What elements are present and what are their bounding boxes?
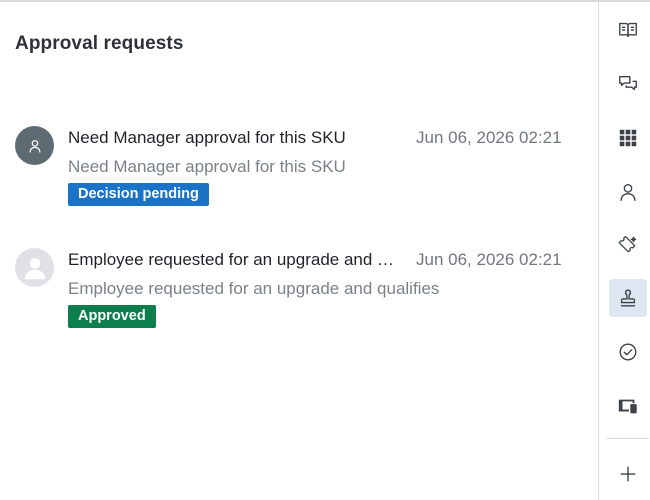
request-description: Need Manager approval for this SKU	[68, 157, 346, 176]
sidebar-divider	[607, 438, 649, 439]
request-timestamp: Jun 06, 2026 02:21	[416, 128, 562, 147]
sidebar-item-add[interactable]	[609, 455, 647, 493]
request-timestamp: Jun 06, 2026 02:21	[416, 250, 562, 269]
approval-requests-panel: Approval requests Need Manager approval …	[0, 2, 598, 500]
stamp-icon	[620, 289, 636, 307]
sidebar-item-conversations[interactable]	[609, 65, 647, 103]
sidebar-item-tickets[interactable]	[609, 227, 647, 265]
request-title: Employee requested for an upgrade and qu…	[68, 250, 400, 269]
approval-request-item[interactable]: Need Manager approval for this SKU Jun 0…	[0, 126, 598, 226]
sidebar-rail	[598, 2, 650, 500]
avatar	[15, 126, 54, 165]
plus-icon	[620, 466, 636, 482]
sidebar-item-approvals[interactable]	[609, 279, 647, 317]
ticket-sparkle-icon	[618, 235, 637, 253]
user-icon	[620, 183, 636, 201]
sidebar-item-tasks[interactable]	[609, 333, 647, 371]
devices-icon	[618, 399, 637, 414]
avatar	[15, 248, 54, 287]
sidebar-item-devices[interactable]	[609, 387, 647, 425]
apps-grid-icon	[619, 129, 637, 147]
sidebar-item-apps[interactable]	[609, 119, 647, 157]
status-badge: Decision pending	[68, 183, 209, 206]
user-icon	[29, 139, 40, 153]
request-title: Need Manager approval for this SKU	[68, 128, 346, 147]
status-badge: Approved	[68, 305, 156, 328]
chat-bubbles-icon	[619, 75, 637, 91]
page-title: Approval requests	[15, 33, 184, 54]
book-icon	[619, 22, 637, 38]
sidebar-item-knowledge[interactable]	[609, 11, 647, 49]
request-description: Employee requested for an upgrade and qu…	[68, 279, 440, 298]
check-circle-icon	[619, 343, 637, 361]
user-icon	[24, 257, 45, 279]
sidebar-item-user[interactable]	[609, 173, 647, 211]
approval-request-item[interactable]: Employee requested for an upgrade and qu…	[0, 248, 598, 348]
